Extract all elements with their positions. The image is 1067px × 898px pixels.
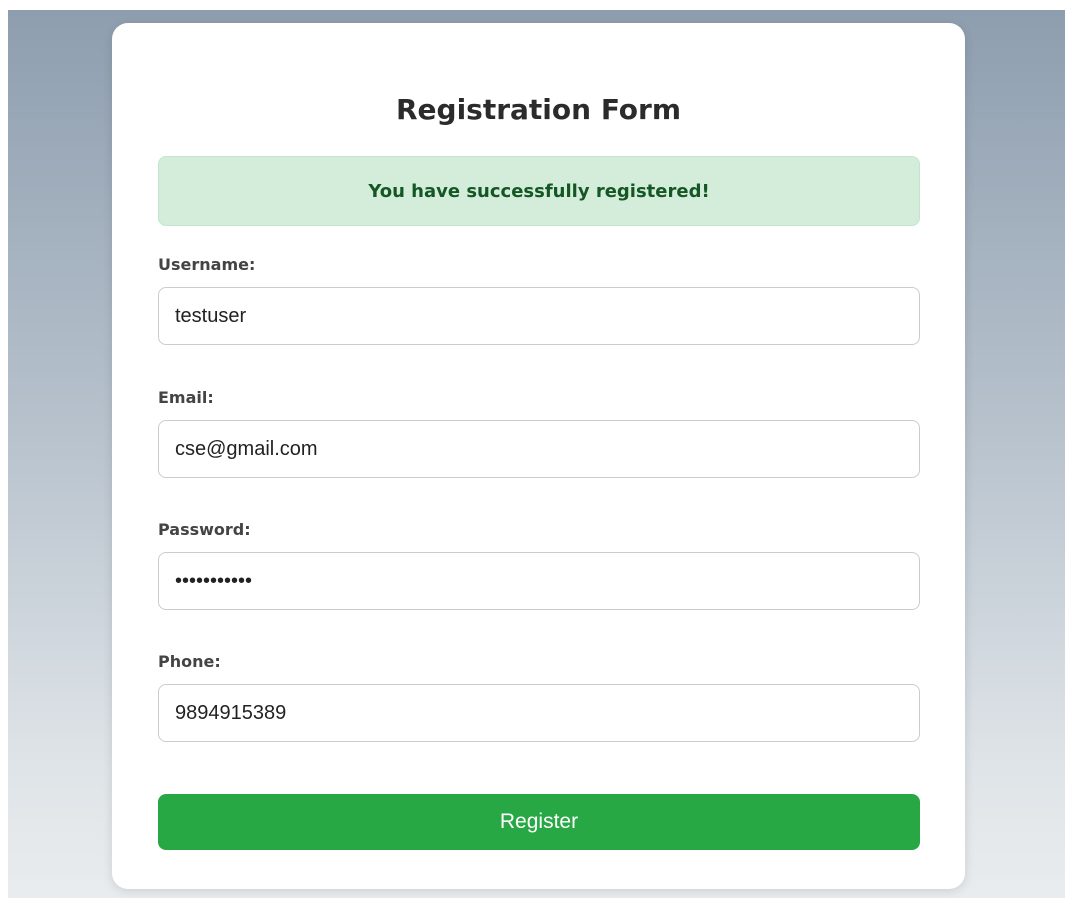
register-button[interactable]: Register [158, 794, 920, 850]
password-input[interactable] [158, 552, 920, 610]
password-label: Password: [158, 520, 251, 539]
phone-input[interactable] [158, 684, 920, 742]
success-message: You have successfully registered! [368, 180, 710, 202]
registration-card: Registration Form You have successfully … [112, 23, 965, 889]
username-label: Username: [158, 255, 256, 274]
username-input[interactable] [158, 287, 920, 345]
page-background: Registration Form You have successfully … [8, 10, 1065, 898]
success-alert: You have successfully registered! [158, 156, 920, 226]
email-input[interactable] [158, 420, 920, 478]
email-label: Email: [158, 388, 214, 407]
phone-label: Phone: [158, 652, 221, 671]
form-title: Registration Form [395, 93, 682, 126]
